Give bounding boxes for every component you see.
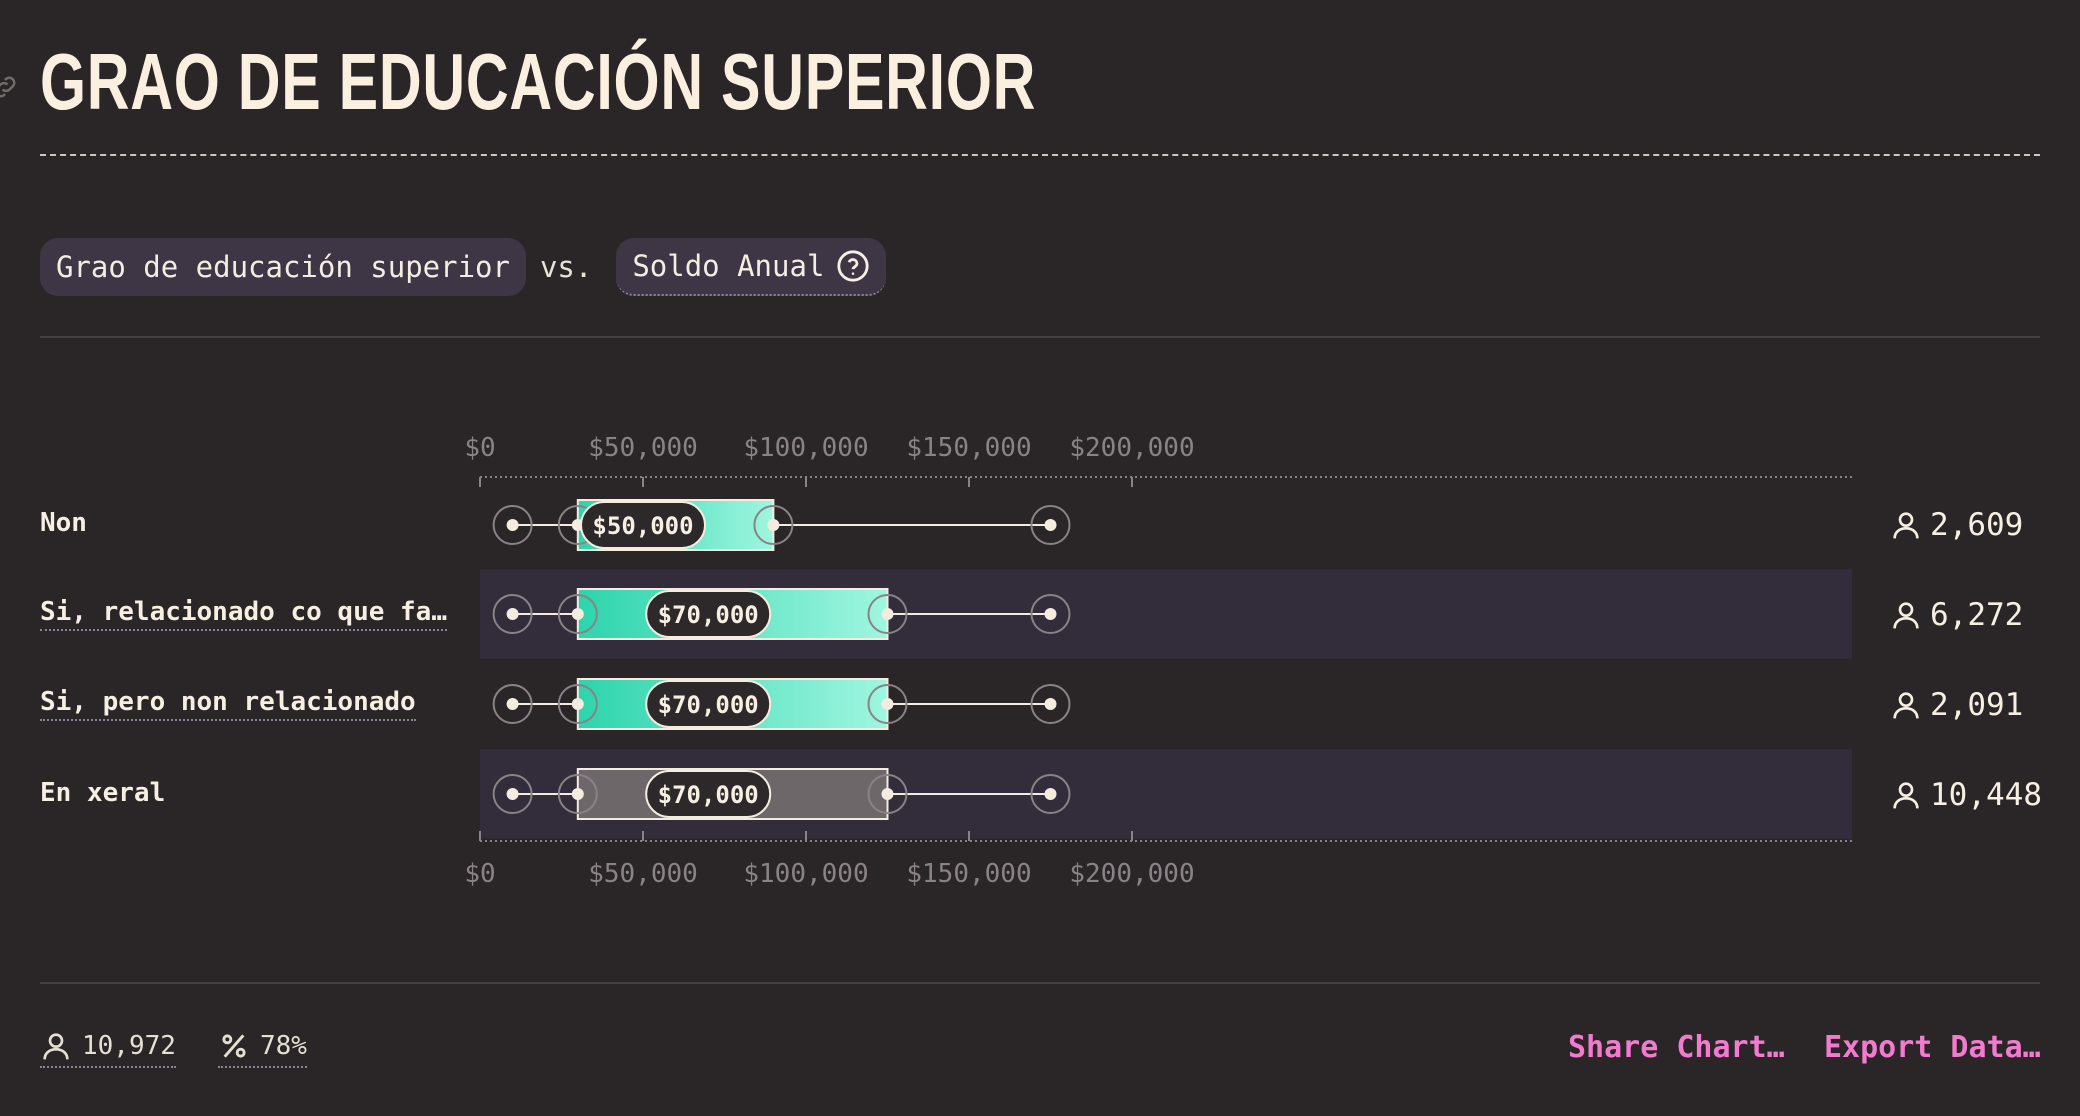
median-label: $70,000 <box>658 781 759 809</box>
median-label: $70,000 <box>658 601 759 629</box>
percentile-marker-dot <box>571 698 584 710</box>
person-icon <box>1893 602 1919 629</box>
person-icon <box>43 1033 69 1060</box>
axis-tick-label: $150,000 <box>906 859 1031 889</box>
person-icon <box>1893 692 1919 719</box>
title-divider <box>40 154 2040 156</box>
row-count-non: 2,609 <box>1890 507 2023 543</box>
percentile-marker-dot <box>571 608 584 620</box>
person-icon <box>1893 782 1919 809</box>
axis-tick-label: $50,000 <box>588 859 698 889</box>
variable-selector: Grao de educación superior vs. Soldo Anu… <box>40 238 887 296</box>
axis-tick-label: $100,000 <box>743 433 868 463</box>
percentile-marker-dot <box>1044 519 1057 531</box>
row-label-overall: En xeral <box>40 778 166 808</box>
percentile-marker-dot <box>506 519 519 531</box>
row-count-unrelated: 2,091 <box>1890 687 2023 723</box>
percent-value: 78% <box>260 1031 307 1061</box>
respondents-stat[interactable]: 10,972 <box>40 1030 176 1068</box>
footer-divider <box>40 982 2040 984</box>
percentile-marker-dot <box>1044 788 1057 800</box>
dimension-label: Grao de educación superior <box>56 250 510 284</box>
percentile-marker-dot <box>1044 698 1057 710</box>
salary-boxplot-chart: $0 $50,000 $100,000 $150,000 $200,000 $0 $50,0… <box>464 433 1852 889</box>
percentile-marker-dot <box>506 788 519 800</box>
percentile-marker-dot <box>767 519 780 531</box>
median-label: $70,000 <box>658 691 759 719</box>
percentile-marker-dot <box>881 608 894 620</box>
percentile-marker-dot <box>506 608 519 620</box>
help-icon[interactable] <box>836 249 870 283</box>
axis-tick-label: $200,000 <box>1069 859 1194 889</box>
axis-tick-label: $0 <box>464 433 495 463</box>
percent-stat[interactable]: 78% <box>218 1030 307 1068</box>
dimension-pill[interactable]: Grao de educación superior <box>40 238 526 296</box>
axis-tick-label: $50,000 <box>588 433 698 463</box>
section-divider <box>40 336 2040 338</box>
row-count-value: 10,448 <box>1930 777 2042 813</box>
row-count-overall: 10,448 <box>1890 777 2042 813</box>
vs-label: vs. <box>539 250 593 284</box>
export-data-link[interactable]: Export Data… <box>1824 1030 2041 1065</box>
link-icon[interactable] <box>0 72 20 102</box>
row-count-value: 2,609 <box>1930 507 2024 543</box>
page-title: GRAO DE EDUCACIÓN SUPERIOR <box>40 37 1037 126</box>
percent-icon <box>222 1034 246 1058</box>
row-count-value: 2,091 <box>1930 687 2024 723</box>
metric-pill[interactable]: Soldo Anual <box>616 238 887 296</box>
axis-tick-label: $100,000 <box>743 859 868 889</box>
row-count-value: 6,272 <box>1930 597 2024 633</box>
person-icon <box>1893 512 1919 539</box>
percentile-marker-dot <box>881 788 894 800</box>
median-label: $50,000 <box>592 512 693 540</box>
share-chart-link[interactable]: Share Chart… <box>1568 1030 1785 1065</box>
axis-tick-label: $150,000 <box>906 433 1031 463</box>
respondents-value: 10,972 <box>82 1031 176 1061</box>
percentile-marker-dot <box>506 698 519 710</box>
percentile-marker-dot <box>881 698 894 710</box>
row-label-unrelated[interactable]: Si, pero non relacionado <box>40 687 416 721</box>
metric-label: Soldo Anual <box>632 249 825 283</box>
row-count-related: 6,272 <box>1890 597 2023 633</box>
axis-tick-label: $0 <box>464 859 495 889</box>
row-label-related[interactable]: Si, relacionado co que fa… <box>40 597 447 631</box>
axis-tick-label: $200,000 <box>1069 433 1194 463</box>
percentile-marker-dot <box>571 788 584 800</box>
row-label-non: Non <box>40 508 87 538</box>
percentile-marker-dot <box>1044 608 1057 620</box>
